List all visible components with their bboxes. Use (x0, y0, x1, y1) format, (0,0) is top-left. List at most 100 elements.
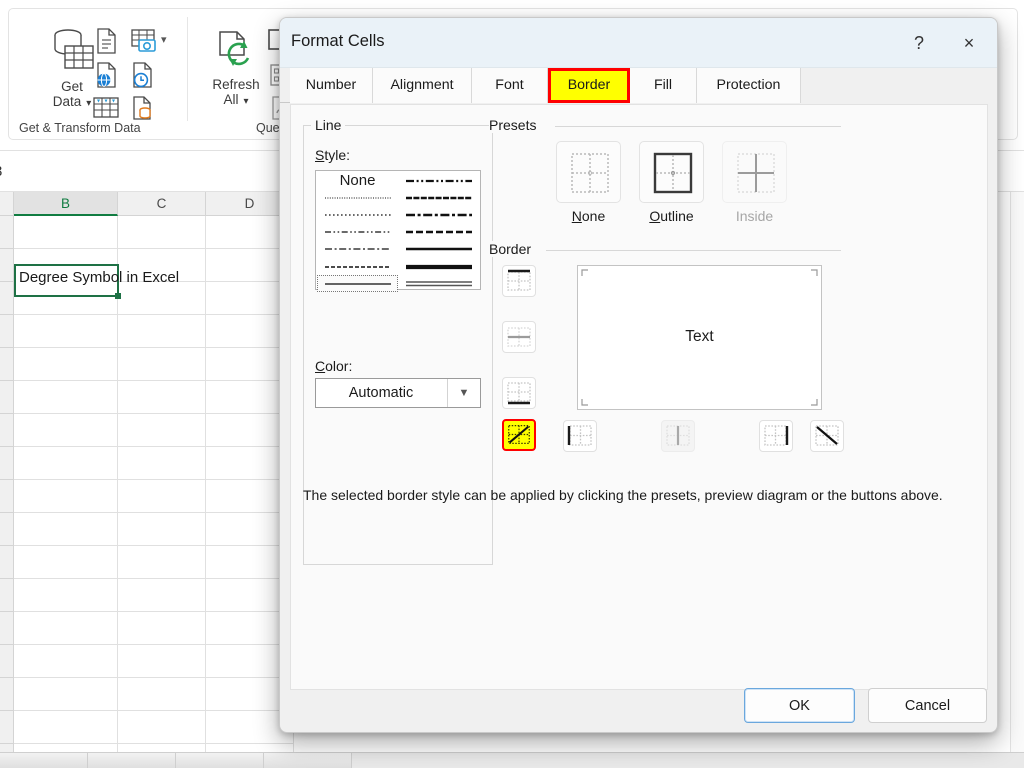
vertical-scrollbar[interactable] (1010, 192, 1024, 752)
recent-sources-icon[interactable] (129, 61, 155, 89)
grid-cell[interactable] (118, 645, 206, 678)
line-style-dash-dot-thin[interactable] (317, 241, 398, 258)
border-preview-diagram[interactable]: Text (577, 265, 822, 410)
line-style-dash-dot-dot-thin[interactable] (317, 224, 398, 241)
row-header[interactable] (0, 249, 14, 282)
border-diagonal-down-button[interactable] (810, 420, 844, 452)
grid-cell[interactable] (14, 480, 118, 513)
grid-cell[interactable] (14, 381, 118, 414)
tab-protection[interactable]: Protection (697, 68, 801, 103)
line-style-grid[interactable]: None (315, 170, 481, 293)
tab-alignment[interactable]: Alignment (373, 68, 472, 103)
grid-cell[interactable] (118, 546, 206, 579)
line-style-hair-dotted[interactable] (317, 189, 398, 206)
row-header[interactable] (0, 315, 14, 348)
grid-cell[interactable] (14, 414, 118, 447)
tab-fill[interactable]: Fill (630, 68, 697, 103)
dialog-titlebar[interactable]: Format Cells ? × (280, 18, 997, 68)
line-style-dashed-thin[interactable] (317, 258, 398, 275)
select-all-corner[interactable] (0, 192, 14, 216)
chevron-down-icon[interactable]: ▼ (447, 379, 480, 407)
border-left-button[interactable] (563, 420, 597, 452)
grid-cell[interactable] (118, 216, 206, 249)
column-header-C[interactable]: C (118, 192, 206, 216)
grid-cell[interactable] (118, 282, 206, 315)
sheet-tab[interactable] (0, 753, 88, 768)
grid-cell[interactable] (118, 744, 206, 752)
refresh-all-chevron-icon[interactable]: ▾ (243, 96, 248, 107)
grid-cell[interactable] (118, 711, 206, 744)
preset-outline-button[interactable] (639, 141, 704, 203)
grid-cell[interactable] (14, 711, 118, 744)
line-color-dropdown[interactable]: Automatic ▼ (315, 378, 481, 408)
row-header[interactable] (0, 348, 14, 381)
line-style-dashed-medium[interactable] (398, 224, 479, 241)
grid-cell[interactable] (118, 414, 206, 447)
tab-border[interactable]: Border (548, 68, 630, 103)
line-style-dash-dot-dot-medium[interactable] (398, 172, 479, 189)
grid-cell[interactable] (14, 546, 118, 579)
grid-cell[interactable] (118, 381, 206, 414)
grid-cell[interactable] (14, 645, 118, 678)
border-right-button[interactable] (759, 420, 793, 452)
grid-cell[interactable] (118, 480, 206, 513)
line-style-none[interactable]: None (317, 172, 398, 189)
ok-button[interactable]: OK (744, 688, 855, 723)
name-box[interactable]: 3 (0, 163, 2, 180)
border-top-button[interactable] (502, 265, 536, 297)
line-style-double[interactable] (398, 275, 479, 292)
grid-cell[interactable] (14, 348, 118, 381)
grid-cell[interactable] (118, 579, 206, 612)
grid-cell[interactable] (118, 612, 206, 645)
border-horizontal-inside-button[interactable] (502, 321, 536, 353)
border-bottom-button[interactable] (502, 377, 536, 409)
grid-cell[interactable] (14, 612, 118, 645)
tab-number[interactable]: Number (290, 68, 373, 103)
from-picture-icon[interactable] (129, 27, 159, 55)
row-header[interactable] (0, 612, 14, 645)
preset-none-button[interactable] (556, 141, 621, 203)
row-header[interactable] (0, 645, 14, 678)
line-style-thin-solid[interactable] (317, 275, 398, 293)
from-picture-chevron-icon[interactable]: ▾ (161, 33, 167, 46)
existing-connections-icon[interactable] (129, 95, 155, 121)
sheet-tab[interactable] (264, 753, 352, 768)
line-style-dash-dot-medium[interactable] (398, 206, 479, 223)
help-icon[interactable]: ? (897, 18, 941, 68)
sheet-tab[interactable] (88, 753, 176, 768)
grid-cell[interactable] (14, 513, 118, 546)
line-style-medium-solid[interactable] (398, 241, 479, 258)
grid-cell[interactable] (118, 513, 206, 546)
row-header[interactable] (0, 513, 14, 546)
grid-cell[interactable] (118, 315, 206, 348)
row-header[interactable] (0, 447, 14, 480)
row-header[interactable] (0, 744, 14, 752)
row-header[interactable] (0, 216, 14, 249)
from-table-range-icon[interactable] (91, 95, 121, 121)
line-style-dotted[interactable] (317, 206, 398, 223)
line-style-thick-solid[interactable] (398, 258, 479, 275)
sheet-tab[interactable] (176, 753, 264, 768)
grid-cell[interactable] (14, 447, 118, 480)
sheet-tab-bar[interactable] (0, 752, 1024, 768)
border-diagonal-up-button[interactable] (502, 419, 536, 451)
tab-font[interactable]: Font (472, 68, 548, 103)
selected-cell-b3[interactable]: Degree Symbol in Excel (14, 264, 179, 299)
row-header[interactable] (0, 381, 14, 414)
grid-cell[interactable] (118, 348, 206, 381)
row-header[interactable] (0, 711, 14, 744)
line-style-slant-dash-dot[interactable] (398, 189, 479, 206)
from-web-icon[interactable] (93, 61, 119, 89)
grid-cell[interactable] (206, 744, 294, 752)
cancel-button[interactable]: Cancel (868, 688, 987, 723)
grid-cell[interactable] (14, 216, 118, 249)
column-header-B[interactable]: B (14, 192, 118, 216)
grid-cell[interactable] (14, 315, 118, 348)
grid-cell[interactable] (14, 579, 118, 612)
row-header[interactable] (0, 414, 14, 447)
grid-cell[interactable] (14, 744, 118, 752)
row-header[interactable] (0, 579, 14, 612)
grid-cell[interactable] (118, 678, 206, 711)
grid-cell[interactable] (118, 447, 206, 480)
row-header[interactable] (0, 480, 14, 513)
